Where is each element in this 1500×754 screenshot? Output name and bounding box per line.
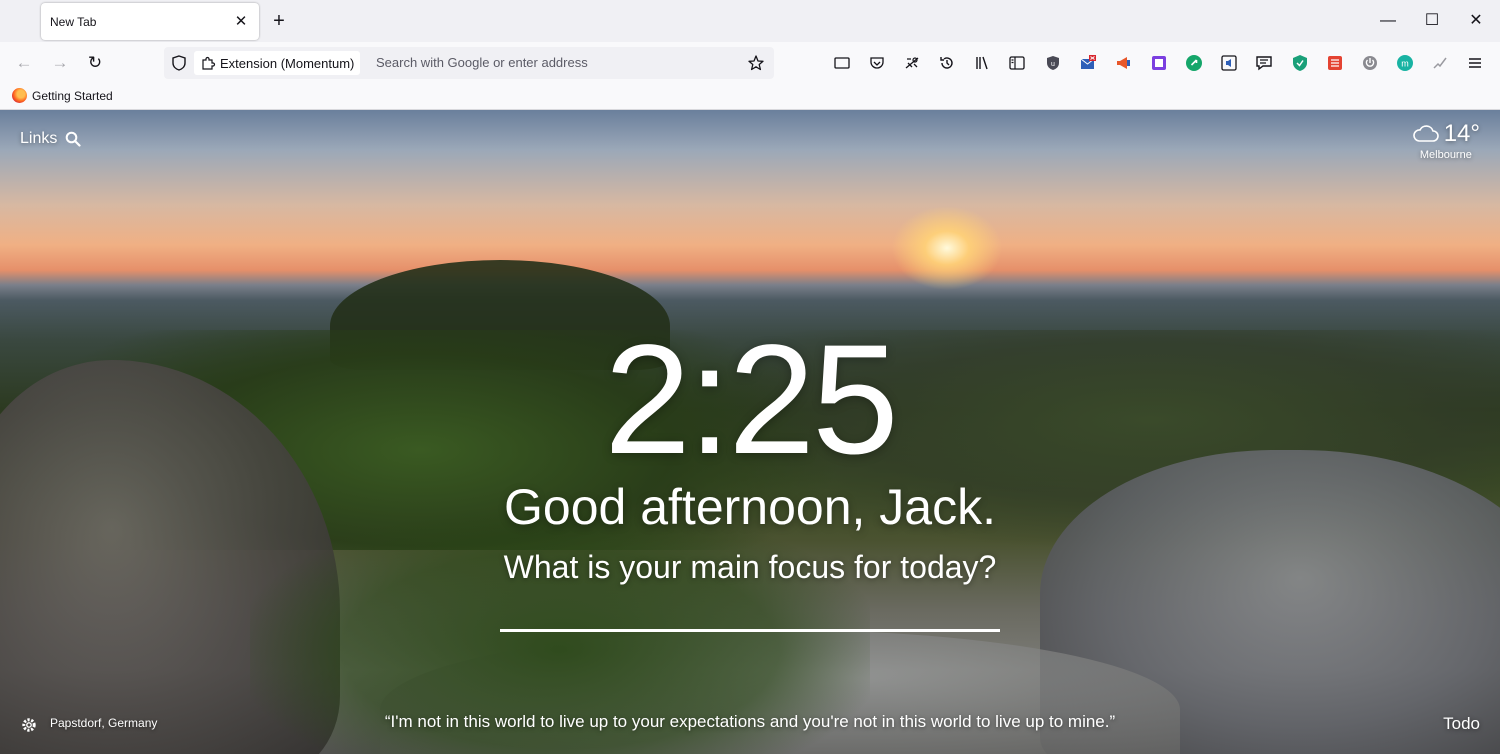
pocket-icon[interactable] (867, 53, 887, 73)
weather-location: Melbourne (1419, 149, 1472, 161)
weather-temperature: 14° (1443, 120, 1480, 147)
focus-question: What is your main focus for today? (503, 549, 997, 585)
sidebar-icon[interactable] (1007, 53, 1027, 73)
focus-input[interactable] (500, 590, 1000, 632)
daily-quote: “I'm not in this world to live up to you… (384, 712, 1116, 731)
svg-text:u: u (1051, 61, 1055, 68)
ublock-icon[interactable]: u (1043, 53, 1063, 73)
search-icon[interactable] (65, 131, 81, 147)
extensions-manage-icon[interactable] (902, 53, 922, 73)
grammarly-icon[interactable] (1184, 53, 1204, 73)
tab-new-tab[interactable]: New Tab ✕ (41, 3, 259, 40)
extension-label: Extension (Momentum) (220, 55, 355, 71)
url-bar[interactable]: Extension (Momentum) Search with Google … (164, 47, 774, 79)
greeting: Good afternoon, Jack. (504, 479, 996, 535)
clock: 2:25 (604, 313, 899, 487)
links-label[interactable]: Links (20, 130, 57, 148)
bookmark-getting-started[interactable]: Getting Started (12, 88, 113, 103)
shield-ext-icon[interactable] (1290, 53, 1310, 73)
chat-ext-icon[interactable] (1254, 53, 1274, 73)
momentum-dashboard: Links 14° Melbourne 2:25 Good afternoon,… (0, 110, 1500, 754)
weather-widget[interactable]: 14° Melbourne (1412, 120, 1480, 161)
history-icon[interactable] (937, 53, 957, 73)
bookmark-star-icon[interactable] (747, 54, 765, 72)
power-ext-icon[interactable] (1360, 53, 1380, 73)
nav-toolbar: ← → ↻ Extension (Momentum) Search with G… (0, 42, 1500, 84)
close-window-button[interactable]: ✕ (1463, 8, 1489, 34)
bookmark-label: Getting Started (32, 88, 113, 103)
back-button[interactable]: ← (12, 51, 36, 75)
screenshot-icon[interactable] (832, 53, 852, 73)
menu-icon[interactable] (1465, 53, 1485, 73)
library-icon[interactable] (972, 53, 992, 73)
url-placeholder[interactable]: Search with Google or enter address (376, 55, 588, 70)
extension-identity-box[interactable]: Extension (Momentum) (194, 51, 361, 75)
new-tab-button[interactable]: + (268, 10, 290, 32)
maximize-button[interactable]: ☐ (1419, 8, 1445, 34)
minimize-button[interactable]: — (1375, 8, 1401, 34)
check-ext-icon[interactable] (1430, 53, 1450, 73)
cloud-icon (1412, 125, 1439, 142)
mail-icon[interactable] (1078, 53, 1098, 73)
todoist-ext-icon[interactable] (1325, 53, 1345, 73)
announce-icon[interactable] (1113, 53, 1133, 73)
momentum-ext-icon[interactable]: m (1395, 53, 1415, 73)
tab-strip: New Tab ✕ + — ☐ ✕ (0, 0, 1500, 42)
todo-button[interactable]: Todo (1443, 714, 1480, 734)
tab-title: New Tab (50, 14, 97, 29)
firefox-logo-icon (12, 88, 27, 103)
square-ext-icon[interactable] (1149, 53, 1169, 73)
audio-ext-icon[interactable] (1219, 53, 1239, 73)
bookmarks-toolbar: Getting Started (0, 84, 1500, 110)
close-tab-icon[interactable]: ✕ (233, 13, 249, 30)
links-widget[interactable]: Links (20, 130, 81, 148)
puzzle-icon (202, 56, 216, 70)
svg-text:m: m (1401, 59, 1409, 69)
tracking-shield-icon[interactable] (170, 54, 188, 72)
forward-button[interactable]: → (48, 51, 72, 75)
reload-button[interactable]: ↻ (83, 51, 107, 75)
